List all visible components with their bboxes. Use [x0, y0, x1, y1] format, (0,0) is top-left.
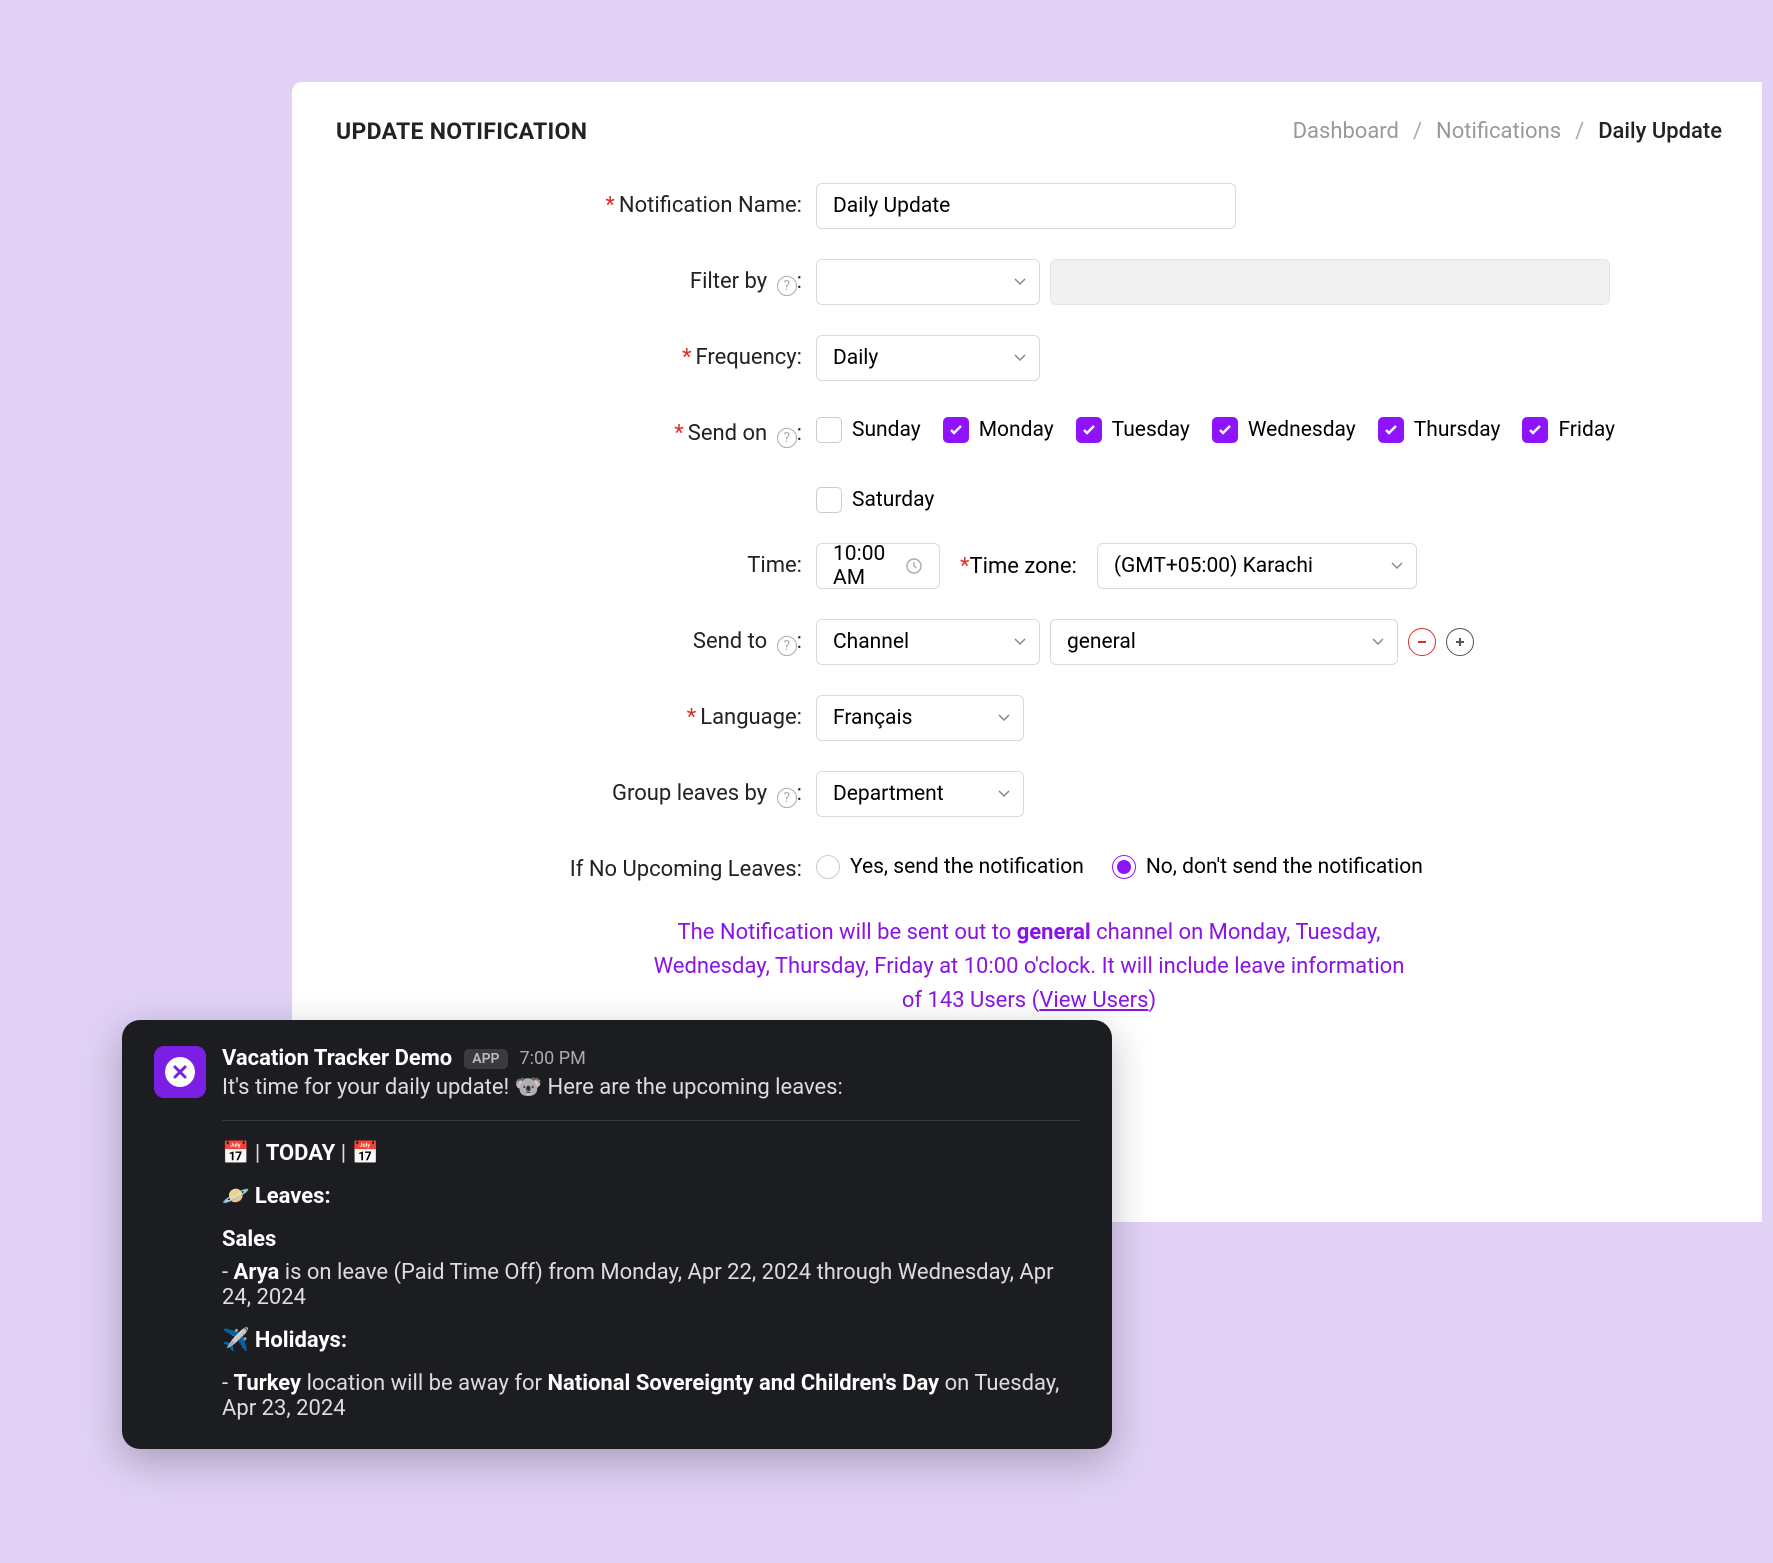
chevron-down-icon — [1371, 635, 1385, 649]
send-to-target-select[interactable]: general — [1050, 619, 1398, 665]
chevron-down-icon — [997, 711, 1011, 725]
slack-leaves-header: 🪐 Leaves: — [222, 1184, 1080, 1209]
breadcrumb-sep: / — [1413, 119, 1422, 144]
label-name: *Notification Name: — [336, 183, 816, 218]
radio-no-dont-send[interactable]: No, don't send the notification — [1112, 855, 1423, 879]
slack-leave-item: - Arya is on leave (Paid Time Off) from … — [222, 1260, 1080, 1310]
breadcrumb-sep: / — [1575, 119, 1584, 144]
group-by-select[interactable]: Department — [816, 771, 1024, 817]
chevron-down-icon — [1390, 559, 1404, 573]
frequency-select[interactable]: Daily — [816, 335, 1040, 381]
page-title: UPDATE NOTIFICATION — [336, 118, 587, 145]
breadcrumb-item-notifications[interactable]: Notifications — [1436, 119, 1561, 144]
slack-holidays-header: ✈️ Holidays: — [222, 1328, 1080, 1353]
label-language: *Language: — [336, 695, 816, 730]
view-users-link[interactable]: View Users — [1039, 988, 1148, 1013]
slack-today-header: 📅 | TODAY | 📅 — [222, 1141, 1080, 1166]
day-wednesday[interactable]: Wednesday — [1212, 417, 1356, 443]
label-filter: Filter by ?: — [336, 259, 816, 296]
window-header: UPDATE NOTIFICATION Dashboard / Notifica… — [336, 118, 1722, 145]
slack-preview-card: Vacation Tracker Demo APP 7:00 PM It's t… — [122, 1020, 1112, 1449]
help-icon[interactable]: ? — [777, 788, 797, 808]
label-timezone: *Time zone: — [960, 554, 1077, 579]
label-groupby: Group leaves by ?: — [336, 771, 816, 808]
notification-name-value: Daily Update — [833, 194, 950, 218]
radio-yes-send[interactable]: Yes, send the notification — [816, 855, 1084, 879]
filter-by-select[interactable] — [816, 259, 1040, 305]
notification-summary: The Notification will be sent out to gen… — [649, 916, 1409, 1018]
day-friday[interactable]: Friday — [1522, 417, 1615, 443]
chevron-down-icon — [1013, 351, 1027, 365]
help-icon[interactable]: ? — [777, 428, 797, 448]
slack-intro: It's time for your daily update! 🐨 Here … — [222, 1075, 1080, 1100]
notification-name-input[interactable]: Daily Update — [816, 183, 1236, 229]
frequency-value: Daily — [833, 346, 878, 370]
timezone-select[interactable]: (GMT+05:00) Karachi — [1097, 543, 1417, 589]
day-thursday[interactable]: Thursday — [1378, 417, 1501, 443]
breadcrumb-current: Daily Update — [1598, 119, 1722, 144]
time-value: 10:00 AM — [833, 542, 905, 590]
breadcrumb: Dashboard / Notifications / Daily Update — [1293, 119, 1722, 144]
chevron-down-icon — [1013, 635, 1027, 649]
add-recipient-button[interactable] — [1446, 628, 1474, 656]
day-tuesday[interactable]: Tuesday — [1076, 417, 1190, 443]
slack-app-tag: APP — [464, 1049, 507, 1069]
help-icon[interactable]: ? — [777, 636, 797, 656]
slack-time: 7:00 PM — [520, 1048, 586, 1069]
breadcrumb-item-dashboard[interactable]: Dashboard — [1293, 119, 1399, 144]
slack-department: Sales — [222, 1227, 1080, 1252]
day-monday[interactable]: Monday — [943, 417, 1054, 443]
label-frequency: *Frequency: — [336, 335, 816, 370]
day-sunday[interactable]: Sunday — [816, 417, 921, 443]
divider — [222, 1120, 1080, 1121]
help-icon[interactable]: ? — [777, 276, 797, 296]
day-saturday[interactable]: Saturday — [816, 487, 934, 513]
label-noupcoming: If No Upcoming Leaves: — [336, 847, 816, 882]
label-sendon: *Send on ?: — [336, 411, 816, 448]
clock-icon — [905, 557, 923, 575]
notification-form: *Notification Name: Daily Update Filter … — [336, 183, 1722, 1018]
chevron-down-icon — [997, 787, 1011, 801]
language-select[interactable]: Français — [816, 695, 1024, 741]
filter-value-disabled — [1050, 259, 1610, 305]
remove-recipient-button[interactable] — [1408, 628, 1436, 656]
chevron-down-icon — [1013, 275, 1027, 289]
timezone-value: (GMT+05:00) Karachi — [1114, 554, 1313, 578]
label-sendto: Send to ?: — [336, 619, 816, 656]
send-to-type-select[interactable]: Channel — [816, 619, 1040, 665]
slack-holiday-item: - Turkey location will be away for Natio… — [222, 1371, 1080, 1421]
app-avatar-icon — [154, 1046, 206, 1098]
slack-app-name: Vacation Tracker Demo — [222, 1046, 452, 1071]
time-input[interactable]: 10:00 AM — [816, 543, 940, 589]
label-time: Time: — [336, 543, 816, 578]
